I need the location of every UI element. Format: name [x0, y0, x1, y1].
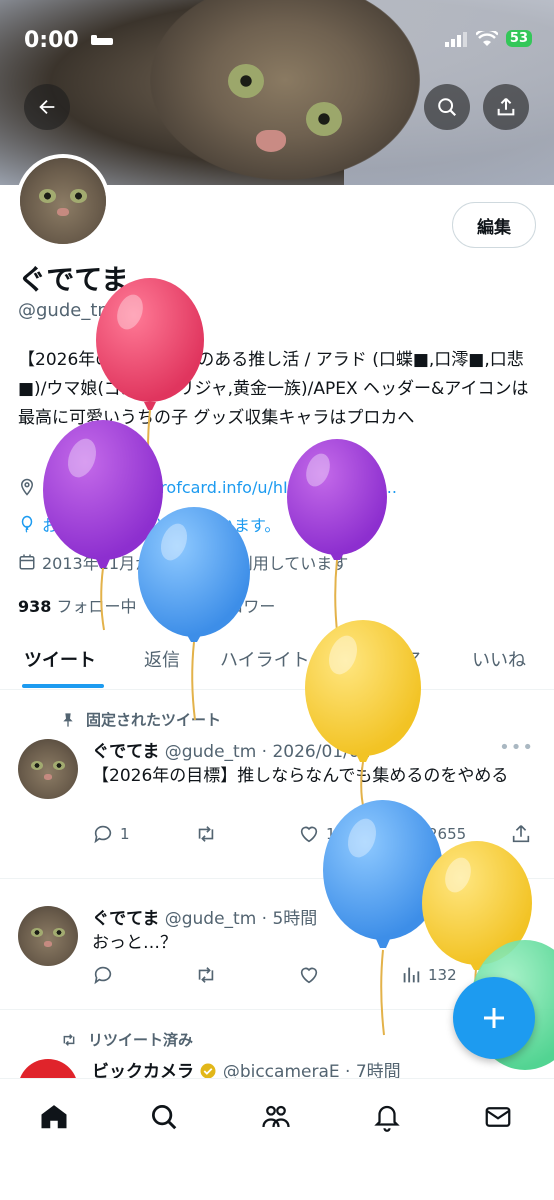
profile-tabs: ツイート 返信 ハイライト メディア いいね [0, 630, 554, 690]
tweet-author-avatar[interactable] [18, 739, 78, 799]
status-indicators: 53 [444, 30, 532, 47]
retweet-icon [63, 1033, 75, 1046]
status-time: 0:00 [24, 28, 114, 53]
profile-location: おふとん [42, 479, 107, 498]
tweet-actions: 1 1 2655 [92, 823, 542, 853]
share-button[interactable] [483, 84, 529, 130]
tweet-text: 【2026年の目標】推しならなんでも集めるのをやめる [92, 766, 509, 786]
followers-link[interactable]: 708 フォロワー [157, 597, 276, 616]
retweeted-label: リツイート済み [60, 1029, 193, 1050]
tweet-author-name[interactable]: ビックカメラ [92, 1062, 194, 1078]
profile-display-name: ぐでてま [18, 263, 129, 296]
wifi-icon [475, 30, 498, 46]
reply-icon [94, 966, 112, 985]
like-icon [300, 967, 318, 984]
retweet-icon [198, 826, 214, 842]
banner-cat-eye [306, 102, 342, 136]
retweet-button[interactable] [194, 964, 218, 986]
share-icon [497, 98, 515, 116]
cat-avatar-image [20, 158, 106, 244]
notifications-tab[interactable] [367, 1097, 407, 1137]
like-icon [300, 826, 318, 843]
home-icon [41, 1105, 67, 1129]
reply-button[interactable]: 1 [92, 823, 130, 845]
sleep-icon [91, 35, 114, 45]
reply-icon [94, 825, 112, 844]
pinned-label: 固定されたツイート [60, 709, 221, 730]
active-tab-indicator [22, 684, 104, 688]
cat-avatar-image [18, 906, 78, 966]
cat-avatar-image [18, 739, 78, 799]
profile-meta-location-link: おふとん profcard.info/u/hIZpxfuPT7Yv... [18, 475, 397, 499]
bottom-tab-bar [0, 1078, 554, 1200]
tweet-author-name[interactable]: ぐでてま [92, 909, 159, 929]
verified-badge-icon [200, 1063, 216, 1078]
mail-icon [485, 1107, 511, 1127]
home-tab[interactable] [34, 1097, 74, 1137]
balloon-purple-right [287, 439, 387, 560]
views-button[interactable]: 132 [400, 964, 457, 986]
tweet-author-avatar[interactable] [18, 1059, 78, 1078]
like-button[interactable]: 1 [298, 823, 336, 845]
location-pin-icon [20, 478, 34, 496]
tweet-meta: @gude_tm · 5時間 [164, 909, 318, 929]
balloon-icon [21, 515, 33, 533]
tweet-meta: @gude_tm · 2026/01/01 [164, 742, 371, 762]
signal-icon [444, 31, 467, 47]
search-icon [152, 1105, 177, 1130]
tab-replies[interactable]: 返信 [144, 646, 180, 672]
pin-icon [63, 712, 73, 727]
retweet-button[interactable] [194, 823, 218, 845]
bell-icon [374, 1105, 400, 1132]
tweet-meta: @biccameraE · 7時間 [222, 1062, 401, 1078]
compose-plus-icon [484, 1008, 504, 1028]
profile-bio: 【2026年の目標】節度のある推し活 / アラド (口蝶■,口澪■,口悲■)/ウ… [18, 350, 529, 428]
profile-website-link[interactable]: profcard.info/u/hIZpxfuPT7Yv... [150, 478, 397, 497]
tweet-author-name[interactable]: ぐでてま [92, 742, 159, 762]
back-arrow-icon [39, 99, 55, 115]
reply-button[interactable] [92, 964, 114, 986]
tab-likes[interactable]: いいね [472, 646, 526, 672]
tweet-author-avatar[interactable] [18, 906, 78, 966]
like-button[interactable] [298, 964, 320, 986]
communities-tab[interactable] [256, 1097, 296, 1137]
profile-avatar[interactable] [16, 154, 110, 248]
messages-tab[interactable] [478, 1097, 518, 1137]
tweet-text: おっと…？ [92, 933, 177, 953]
back-button[interactable] [24, 84, 70, 130]
battery-indicator: 53 [505, 30, 532, 47]
compose-tweet-button[interactable] [453, 977, 535, 1059]
tweet-header: ぐでてま @gude_tm · 2026/01/01 [92, 737, 370, 762]
tab-tweets[interactable]: ツイート [24, 646, 96, 672]
share-icon [512, 825, 530, 843]
profile-meta-joined: 2013年11月からTwitterを利用しています [18, 550, 348, 574]
status-bar: 0:00 53 [0, 0, 554, 80]
share-tweet-button[interactable] [510, 823, 532, 845]
link-icon [128, 480, 142, 494]
profile-joined-date: 2013年11月からTwitterを利用しています [42, 554, 349, 573]
calendar-icon [19, 554, 35, 570]
follow-stats: 938 フォロー中 708 フォロワー [18, 593, 275, 617]
search-tab[interactable] [144, 1097, 184, 1137]
profile-birthday: お誕生日おめでとうございます。 [42, 516, 281, 535]
tweet-header: ビックカメラ @biccameraE · 7時間 [92, 1057, 401, 1078]
retweet-icon [198, 967, 214, 983]
banner-cat-nose [256, 130, 286, 152]
tab-highlights[interactable]: ハイライト [220, 646, 310, 672]
more-options-button[interactable]: ••• [499, 904, 534, 925]
edit-profile-button[interactable]: 編集 [452, 202, 536, 248]
tweet-header: ぐでてま @gude_tm · 5時間 [92, 904, 317, 929]
profile-handle: @gude_tm [18, 300, 115, 321]
views-icon [403, 967, 420, 983]
views-icon [403, 826, 420, 842]
following-link[interactable]: 938 フォロー中 [18, 597, 137, 616]
search-icon [438, 98, 457, 117]
tweet-item[interactable]: 固定されたツイート ぐでてま @gude_tm · 2026/01/01 •••… [0, 691, 554, 879]
search-button[interactable] [424, 84, 470, 130]
tab-media[interactable]: メディア [350, 646, 421, 672]
communities-icon [262, 1105, 290, 1128]
profile-meta-birthday: お誕生日おめでとうございます。 [18, 512, 280, 536]
views-button[interactable]: 2655 [400, 823, 466, 845]
more-options-button[interactable]: ••• [499, 737, 534, 758]
